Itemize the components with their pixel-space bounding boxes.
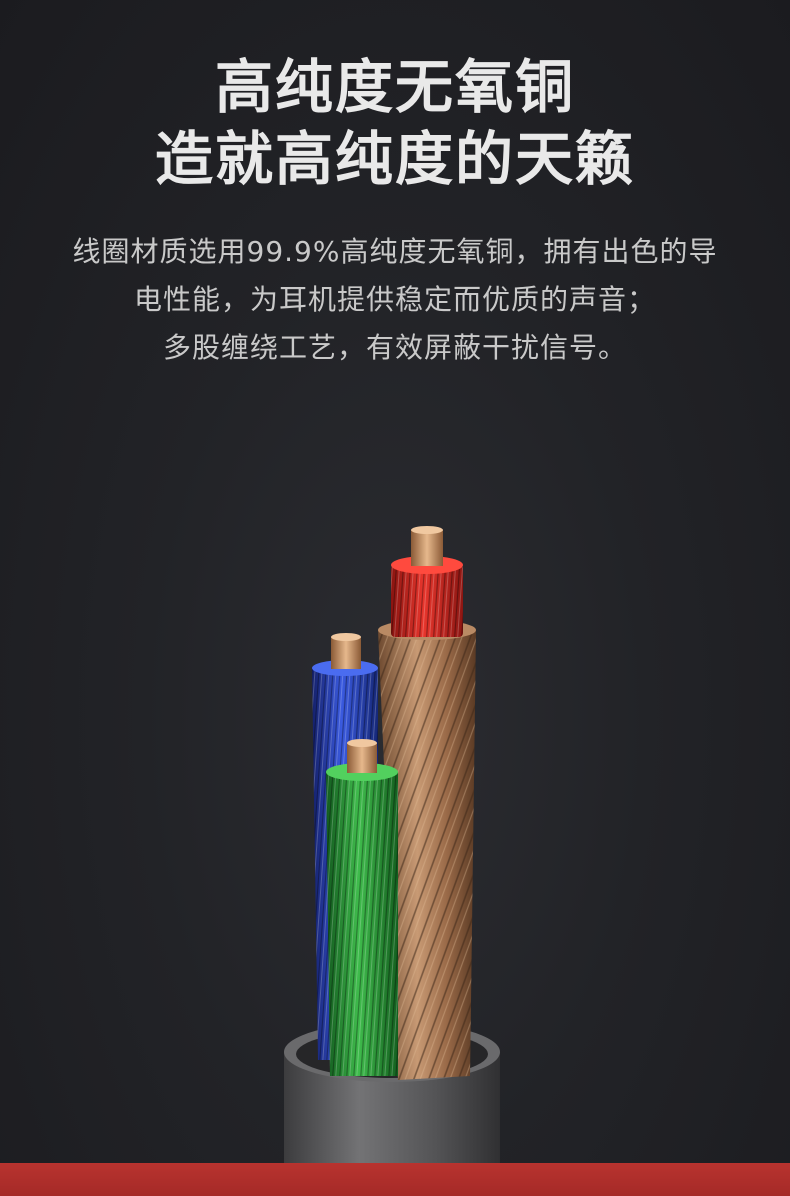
accent-bar <box>0 1163 790 1196</box>
green-wire <box>326 739 398 1076</box>
red-wire <box>391 526 463 637</box>
description-line-2: 电性能，为耳机提供稳定而优质的声音； <box>133 283 656 316</box>
headline-line-2: 造就高纯度的天籁 <box>154 125 635 193</box>
description-line-1: 线圈材质选用99.9%高纯度无氧铜，拥有出色的导 <box>72 235 718 268</box>
cable-illustration <box>284 526 500 1163</box>
description-line-3: 多股缠绕工艺，有效屏蔽干扰信号。 <box>162 331 627 364</box>
headline-line-1: 高纯度无氧铜 <box>214 53 575 121</box>
